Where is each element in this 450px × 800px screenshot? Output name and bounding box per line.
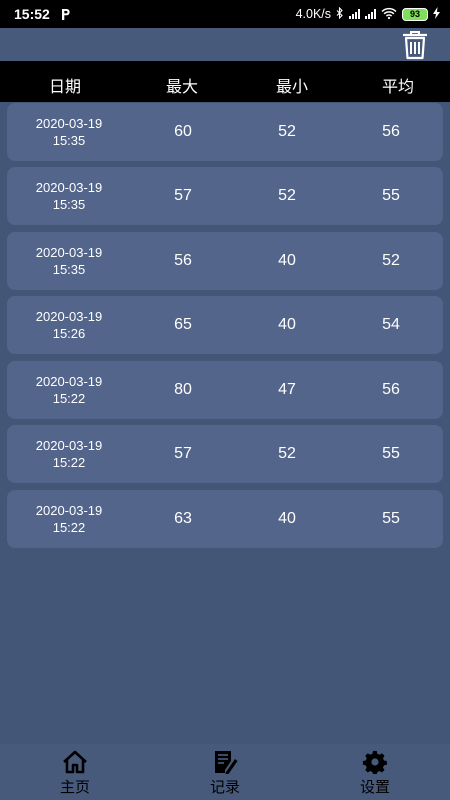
record-row[interactable]: 2020-03-19 15:35 60 52 56 — [7, 103, 443, 161]
trash-icon — [403, 30, 427, 59]
record-avg: 52 — [382, 252, 400, 269]
record-row[interactable]: 2020-03-19 15:26 65 40 54 — [7, 296, 443, 354]
wifi-icon — [381, 7, 397, 22]
record-avg: 56 — [382, 123, 400, 140]
nav-settings[interactable]: 设置 — [330, 744, 420, 800]
bottom-nav: 主页 记录 设置 — [0, 744, 450, 800]
record-max: 56 — [174, 252, 192, 269]
record-max: 57 — [174, 187, 192, 204]
record-min: 40 — [278, 510, 296, 527]
record-row[interactable]: 2020-03-19 15:35 57 52 55 — [7, 167, 443, 225]
record-max: 57 — [174, 445, 192, 462]
record-row[interactable]: 2020-03-19 15:22 57 52 55 — [7, 425, 443, 483]
record-time: 15:35 — [52, 133, 86, 148]
bluetooth-icon — [336, 6, 344, 22]
record-time: 15:35 — [52, 197, 86, 212]
record-min: 52 — [278, 123, 296, 140]
battery-icon: 93 — [402, 7, 428, 21]
record-time: 15:26 — [52, 326, 86, 341]
nav-record[interactable]: 记录 — [180, 744, 270, 800]
settings-icon — [362, 750, 387, 774]
network-speed: 4.0K/s — [295, 7, 331, 21]
record-date: 2020-03-19 — [35, 503, 103, 518]
record-avg: 55 — [382, 445, 400, 462]
home-icon — [63, 750, 87, 774]
status-time: 15:52 — [14, 6, 50, 22]
record-min: 52 — [278, 187, 296, 204]
record-datetime: 2020-03-19 15:22 — [36, 425, 103, 483]
record-row[interactable]: 2020-03-19 15:35 56 40 52 — [7, 232, 443, 290]
record-min: 40 — [278, 316, 296, 333]
record-date: 2020-03-19 — [35, 309, 103, 324]
parking-app-icon — [59, 8, 72, 21]
signal-icon-2 — [365, 9, 376, 19]
charging-icon — [433, 6, 440, 22]
record-time: 15:22 — [52, 455, 86, 470]
record-date: 2020-03-19 — [35, 245, 103, 260]
record-datetime: 2020-03-19 15:35 — [36, 167, 103, 225]
header-avg: 平均 — [381, 79, 415, 96]
record-min: 40 — [278, 252, 296, 269]
record-date: 2020-03-19 — [35, 374, 103, 389]
status-bar: 15:52 4.0K/s 93 — [0, 0, 450, 28]
record-avg: 54 — [382, 316, 400, 333]
delete-all-button[interactable] — [398, 28, 432, 61]
record-max: 65 — [174, 316, 192, 333]
record-time: 15:22 — [52, 520, 86, 535]
record-date: 2020-03-19 — [35, 116, 103, 131]
toolbar — [0, 28, 450, 61]
record-avg: 56 — [382, 381, 400, 398]
record-icon — [215, 751, 238, 774]
record-row[interactable]: 2020-03-19 15:22 80 47 56 — [7, 361, 443, 419]
record-datetime: 2020-03-19 15:35 — [36, 103, 103, 161]
record-date: 2020-03-19 — [35, 438, 103, 453]
record-time: 15:22 — [52, 391, 86, 406]
nav-home-label: 主页 — [59, 779, 90, 796]
nav-home[interactable]: 主页 — [30, 744, 120, 800]
header-date: 日期 — [48, 79, 82, 96]
record-datetime: 2020-03-19 15:22 — [36, 490, 103, 548]
record-min: 47 — [278, 381, 296, 398]
record-datetime: 2020-03-19 15:26 — [36, 296, 103, 354]
record-avg: 55 — [382, 510, 400, 527]
record-datetime: 2020-03-19 15:35 — [36, 232, 103, 290]
record-avg: 55 — [382, 187, 400, 204]
table-header: 日期 最大 最小 平均 — [0, 61, 450, 102]
record-date: 2020-03-19 — [35, 180, 103, 195]
record-datetime: 2020-03-19 15:22 — [36, 361, 103, 419]
header-min: 最小 — [275, 79, 309, 96]
record-time: 15:35 — [52, 262, 86, 277]
nav-record-label: 记录 — [209, 779, 240, 796]
record-min: 52 — [278, 445, 296, 462]
record-row[interactable]: 2020-03-19 15:22 63 40 55 — [7, 490, 443, 548]
record-max: 60 — [174, 123, 192, 140]
header-max: 最大 — [165, 79, 199, 96]
record-max: 80 — [174, 381, 192, 398]
nav-settings-label: 设置 — [359, 779, 390, 796]
record-max: 63 — [174, 510, 192, 527]
signal-icon — [349, 9, 360, 19]
